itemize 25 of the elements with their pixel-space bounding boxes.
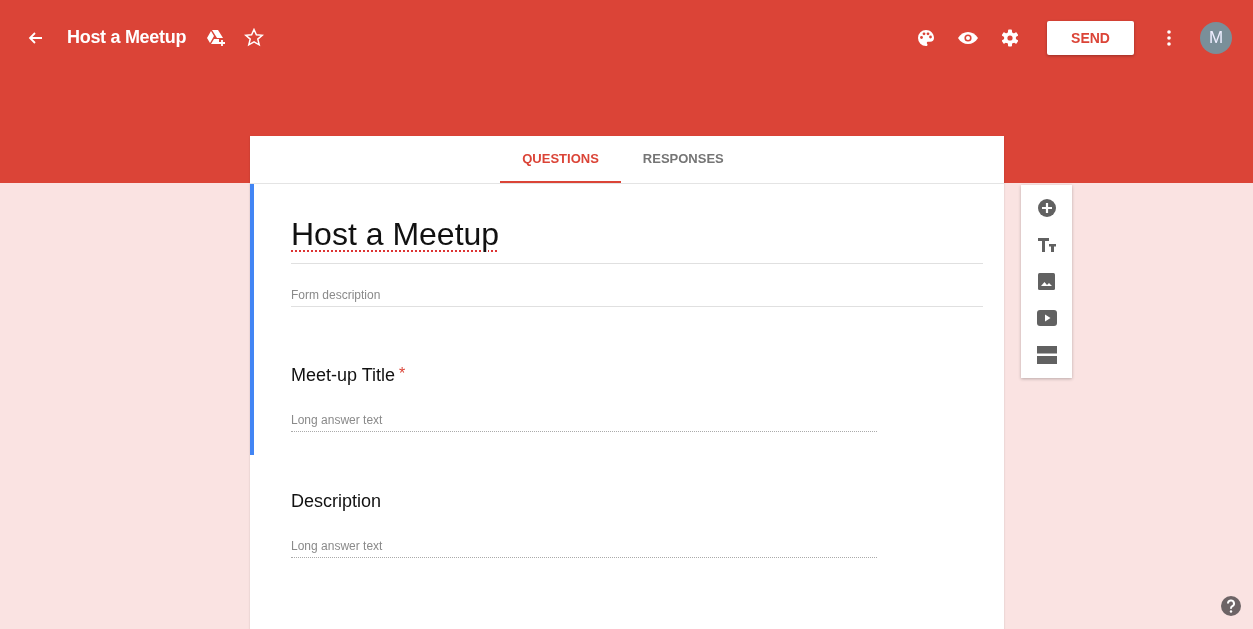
tab[interactable]: RESPONSES [620,136,746,183]
question-title: Description [291,491,382,512]
image-icon[interactable] [1038,273,1055,290]
back-arrow-icon[interactable] [27,29,43,46]
more-icon[interactable] [1167,29,1171,46]
answer-field[interactable]: Long answer text [291,413,877,432]
help-icon[interactable] [1221,596,1241,616]
tab[interactable]: QUESTIONS [500,136,621,183]
settings-icon[interactable] [1001,28,1019,47]
document-title: Host a Meetup [67,27,187,48]
section-icon[interactable] [1036,346,1057,364]
video-icon[interactable] [1036,310,1057,326]
title-text-icon[interactable] [1036,237,1057,253]
answer-field[interactable]: Long answer text [291,539,877,558]
star-icon[interactable] [244,28,265,47]
avatar[interactable]: M [1200,21,1232,54]
palette-icon[interactable] [917,28,935,47]
eye-icon[interactable] [957,30,979,45]
question-title: Meet-up Title [291,365,396,386]
add-question-icon[interactable] [1037,199,1056,217]
form-title-field[interactable]: Host a Meetup [291,216,983,264]
drive-add-icon[interactable] [206,28,227,47]
description-field[interactable]: Form description [291,264,983,307]
required-marker: * [399,365,406,384]
send-button[interactable]: SEND [1047,20,1134,55]
